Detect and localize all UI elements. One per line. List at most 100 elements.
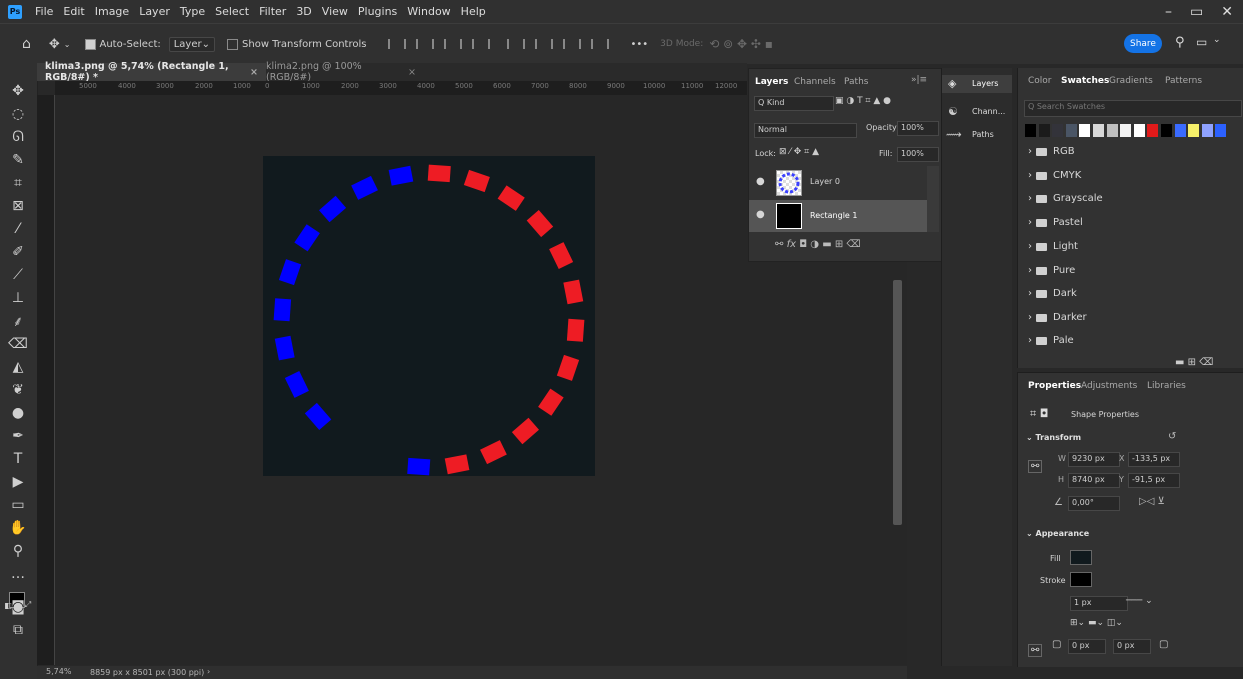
swatch-folder-cmyk[interactable]: › CMYK (1028, 170, 1081, 181)
menu-help[interactable]: Help (456, 5, 491, 18)
close-tab-icon[interactable]: × (408, 67, 416, 78)
tab-layers[interactable]: Layers (755, 77, 788, 87)
tab-swatches[interactable]: Swatches (1061, 76, 1109, 86)
y-field[interactable]: -91,5 px (1128, 473, 1180, 488)
move-tool-icon[interactable]: ✥ ⌄ (49, 37, 71, 52)
minimize-icon[interactable]: – (1165, 4, 1172, 20)
share-button[interactable]: Share (1124, 34, 1162, 53)
x-field[interactable]: -133,5 px (1128, 452, 1180, 467)
align-bottom-icon[interactable] (563, 39, 582, 49)
tab-adjustments[interactable]: Adjustments (1081, 381, 1137, 391)
swatch-folder-grayscale[interactable]: › Grayscale (1028, 193, 1103, 204)
blur-tool-icon[interactable]: ❦ (6, 380, 30, 400)
tab-libraries[interactable]: Libraries (1147, 381, 1186, 391)
eraser-tool-icon[interactable]: ⌫ (6, 334, 30, 354)
menu-type[interactable]: Type (175, 5, 210, 18)
hand-tool-icon[interactable]: ✋ (6, 518, 30, 538)
fill-field[interactable]: 100% (897, 147, 939, 162)
restore-icon[interactable]: ▭ (1190, 4, 1203, 20)
transform-section-header[interactable]: ⌄ Transform (1026, 433, 1081, 442)
color-swatch[interactable] (1174, 124, 1186, 137)
align-left-icon[interactable] (388, 39, 407, 49)
link-corners-icon[interactable]: ⚯ (1028, 644, 1043, 657)
rectangle-tool-icon[interactable]: ▭ (6, 495, 30, 515)
tab-channels[interactable]: Channels (794, 77, 836, 87)
tab-paths[interactable]: Paths (844, 77, 868, 87)
layer-row[interactable]: ● Layer 0 (749, 166, 927, 199)
visibility-eye-icon[interactable]: ● (756, 176, 765, 187)
stamp-tool-icon[interactable]: ⊥ (6, 288, 30, 308)
swatches-footer-icons[interactable]: ▬ ⊞ ⌫ (1175, 357, 1213, 368)
lock-icons[interactable]: ⊠ ⁄ ✥ ⌗ ▲ (779, 147, 819, 157)
menu-file[interactable]: File (30, 5, 58, 18)
stroke-width-field[interactable]: 1 px (1070, 596, 1128, 611)
height-field[interactable]: 8740 px (1068, 473, 1120, 488)
distribute-vertical-icon[interactable] (591, 39, 610, 49)
menu-window[interactable]: Window (402, 5, 455, 18)
frame-tool-icon[interactable]: ⊠ (6, 196, 30, 216)
color-swatch[interactable] (1038, 124, 1050, 137)
appearance-section-header[interactable]: ⌄ Appearance (1026, 529, 1089, 538)
quick-mask-icon[interactable]: ◙ (6, 597, 30, 617)
menu-filter[interactable]: Filter (254, 5, 291, 18)
collapsed-paths-button[interactable]: ⟿ Paths (942, 126, 1012, 144)
color-swatch[interactable] (1093, 124, 1104, 137)
color-swatch[interactable] (1161, 124, 1172, 137)
color-swatch[interactable] (1147, 124, 1159, 137)
flip-icons[interactable]: ▷◁ ⊻ (1139, 496, 1165, 507)
opacity-field[interactable]: 100% (897, 121, 939, 136)
swatch-folder-dark[interactable]: › Dark (1028, 288, 1077, 299)
auto-select-checkbox[interactable]: Auto-Select: (84, 38, 161, 50)
swatch-folder-pale[interactable]: › Pale (1028, 335, 1074, 346)
color-swatch[interactable] (1052, 124, 1064, 137)
link-dimensions-icon[interactable]: ⚯ (1028, 460, 1043, 473)
crop-tool-icon[interactable]: ⌗ (6, 173, 30, 193)
status-chevron-icon[interactable]: › (207, 667, 210, 676)
color-swatch[interactable] (1079, 124, 1091, 137)
align-top-icon[interactable] (507, 39, 526, 49)
swatch-folder-pastel[interactable]: › Pastel (1028, 217, 1083, 228)
color-swatch[interactable] (1120, 124, 1132, 137)
align-center-icon[interactable] (416, 39, 435, 49)
color-swatch[interactable] (1106, 124, 1118, 137)
align-right-icon[interactable] (444, 39, 463, 49)
close-tab-icon[interactable]: × (250, 67, 258, 78)
distribute-icon[interactable] (472, 39, 491, 49)
workspace-icon[interactable]: ▭ (1196, 35, 1207, 49)
width-field[interactable]: 9230 px (1068, 452, 1120, 467)
search-icon[interactable]: ⚲ (1175, 35, 1185, 50)
reset-transform-icon[interactable]: ↺ (1168, 431, 1176, 442)
corner-radius-field-2[interactable]: 0 px (1113, 639, 1151, 654)
search-swatches-input[interactable]: Q Search Swatches (1024, 100, 1242, 117)
panel-menu-icon[interactable]: »|≡ (911, 75, 927, 85)
history-brush-tool-icon[interactable]: ⸙ (6, 311, 30, 331)
stroke-options-icons[interactable]: ⊞⌄ ▬⌄ ◫⌄ (1070, 618, 1123, 628)
color-swatch[interactable] (1201, 124, 1213, 137)
swatch-folder-darker[interactable]: › Darker (1028, 312, 1087, 323)
layer-row-selected[interactable]: ● Rectangle 1 (749, 200, 927, 232)
photoshop-logo-icon[interactable]: Ps (8, 4, 22, 19)
color-swatch[interactable] (1133, 124, 1145, 137)
collapsed-layers-button[interactable]: ◈ Layers (942, 75, 1012, 93)
document-canvas[interactable] (263, 156, 595, 476)
edit-toolbar-icon[interactable]: … (6, 564, 30, 584)
auto-select-dropdown[interactable]: Layer ⌄ (168, 36, 216, 52)
tab-klima3[interactable]: klima3.png @ 5,74% (Rectangle 1, RGB/8#)… (37, 61, 266, 83)
layers-scrollbar[interactable] (927, 166, 939, 232)
tab-properties[interactable]: Properties (1028, 381, 1081, 391)
stroke-color-swatch[interactable] (1070, 572, 1092, 587)
swatch-folder-light[interactable]: › Light (1028, 241, 1078, 252)
swatch-folder-rgb[interactable]: › RGB (1028, 146, 1075, 157)
visibility-eye-icon[interactable]: ● (756, 209, 765, 220)
lasso-tool-icon[interactable]: ᘏ (6, 127, 30, 147)
menu-image[interactable]: Image (90, 5, 134, 18)
tab-patterns[interactable]: Patterns (1165, 76, 1202, 86)
menu-edit[interactable]: Edit (58, 5, 89, 18)
menu-select[interactable]: Select (210, 5, 254, 18)
pen-tool-icon[interactable]: ✒ (6, 426, 30, 446)
screen-mode-icon[interactable]: ⧉ (6, 620, 30, 640)
color-swatch[interactable] (1025, 124, 1036, 137)
path-select-tool-icon[interactable]: ▶ (6, 472, 30, 492)
align-middle-icon[interactable] (535, 39, 554, 49)
menu-3d[interactable]: 3D (291, 5, 316, 18)
